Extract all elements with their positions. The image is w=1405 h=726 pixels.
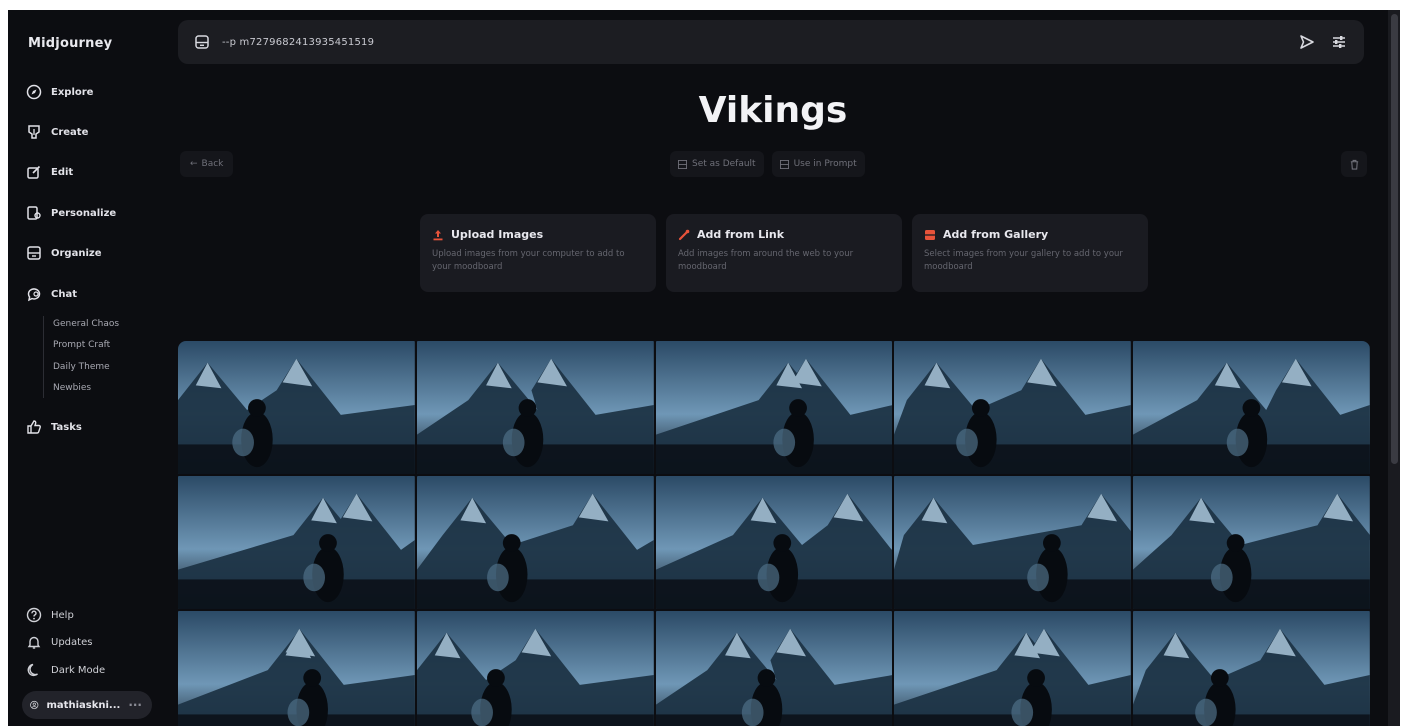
prompt-input[interactable]: --p m7279682413935451519 <box>222 37 374 48</box>
page-title: Vikings <box>698 90 848 131</box>
gallery-image[interactable] <box>178 341 415 474</box>
scrollbar-thumb[interactable] <box>1391 14 1398 464</box>
chat-icon <box>27 288 41 302</box>
card-title: Upload Images <box>451 228 544 241</box>
gallery-image[interactable] <box>655 476 893 609</box>
avatar <box>30 700 39 710</box>
moodboard-gallery <box>178 341 1370 726</box>
set-as-default-button[interactable]: Set as Default <box>670 151 764 177</box>
use-in-prompt-label: Use in Prompt <box>793 159 857 169</box>
card-description: Add images from around the web to your m… <box>678 249 854 273</box>
brand-logo[interactable]: Midjourney <box>28 36 112 51</box>
grid-icon <box>678 159 687 169</box>
compass-icon <box>26 84 42 100</box>
bell-icon <box>27 636 41 649</box>
thumbs-up-icon <box>27 420 41 434</box>
sidebar-item-tasks[interactable]: Tasks <box>26 416 82 438</box>
sidebar-item-label: Explore <box>51 86 94 98</box>
arrow-left-icon: ← <box>190 159 198 169</box>
gallery-icon <box>925 229 935 240</box>
upload-icon <box>433 229 443 240</box>
sidebar-item-label: Create <box>51 126 89 138</box>
sidebar-item-personalize[interactable]: Personalize <box>26 202 116 224</box>
gallery-image[interactable] <box>1133 611 1370 726</box>
sidebar-item-label: Organize <box>51 247 102 259</box>
card-title: Add from Link <box>697 228 785 241</box>
sidebar-item-organize[interactable]: Organize <box>26 242 102 264</box>
gallery-image[interactable] <box>894 476 1132 609</box>
use-in-prompt-button[interactable]: Use in Prompt <box>771 151 865 177</box>
chat-channel-newbies[interactable]: Newbies <box>53 383 91 393</box>
sidebar-item-label: Updates <box>51 636 93 648</box>
sidebar-item-edit[interactable]: Edit <box>26 161 73 183</box>
gallery-image[interactable] <box>894 341 1132 474</box>
sidebar-item-chat[interactable]: Chat <box>26 283 77 305</box>
folder-icon <box>27 246 41 260</box>
set-as-default-label: Set as Default <box>692 159 756 169</box>
gallery-image[interactable] <box>894 611 1132 726</box>
gallery-image[interactable] <box>1133 476 1370 609</box>
gallery-image[interactable] <box>1133 341 1370 474</box>
image-prompt-icon[interactable] <box>194 34 210 50</box>
sidebar: Midjourney Explore Create Edit Personali… <box>8 10 170 726</box>
chat-channel-daily-theme[interactable]: Daily Theme <box>53 362 110 372</box>
prompt-bar: --p m7279682413935451519 <box>178 20 1364 64</box>
personalize-icon <box>27 206 41 220</box>
add-from-gallery-card[interactable]: Add from Gallery Select images from your… <box>912 214 1148 292</box>
sidebar-item-create[interactable]: Create <box>26 121 88 143</box>
user-account-chip[interactable]: mathiaskni... ··· <box>22 691 152 719</box>
moon-icon <box>27 663 38 677</box>
add-images-options: Upload Images Upload images from your co… <box>420 214 1148 292</box>
user-menu-icon[interactable]: ··· <box>128 698 142 712</box>
card-description: Select images from your gallery to add t… <box>924 249 1123 273</box>
gallery-image[interactable] <box>655 611 893 726</box>
back-button[interactable]: ← Back <box>180 151 234 177</box>
app-window: Midjourney Explore Create Edit Personali… <box>8 10 1388 726</box>
chat-channel-general-chaos[interactable]: General Chaos <box>53 319 119 329</box>
user-name: mathiaskni... <box>46 699 121 711</box>
chat-channel-divider <box>43 316 44 398</box>
sidebar-item-label: Dark Mode <box>51 664 106 676</box>
sidebar-item-explore[interactable]: Explore <box>26 81 93 103</box>
send-icon[interactable] <box>1298 33 1316 51</box>
sidebar-item-label: Tasks <box>51 421 82 433</box>
edit-icon <box>27 165 41 179</box>
brush-icon <box>28 125 40 139</box>
sidebar-item-dark-mode[interactable]: Dark Mode <box>26 659 105 681</box>
add-from-link-card[interactable]: Add from Link Add images from around the… <box>666 214 902 292</box>
delete-moodboard-button[interactable] <box>1341 151 1367 177</box>
gallery-image[interactable] <box>416 476 654 609</box>
help-icon <box>26 607 42 623</box>
gallery-image[interactable] <box>178 611 415 726</box>
gallery-image[interactable] <box>416 611 654 726</box>
moodboard-actions: Set as Default Use in Prompt <box>670 151 865 177</box>
sidebar-item-label: Personalize <box>51 207 117 219</box>
prompt-actions <box>1298 33 1348 51</box>
gallery-image[interactable] <box>416 341 654 474</box>
sidebar-item-help[interactable]: Help <box>26 604 74 626</box>
card-title: Add from Gallery <box>943 228 1049 241</box>
link-icon <box>678 229 690 240</box>
trash-icon <box>1350 159 1358 170</box>
card-description: Upload images from your computer to add … <box>432 249 625 273</box>
prompt-icon <box>779 159 789 169</box>
settings-sliders-icon[interactable] <box>1330 33 1348 51</box>
chat-channel-prompt-craft[interactable]: Prompt Craft <box>53 340 110 350</box>
sidebar-item-label: Edit <box>51 166 74 178</box>
sidebar-item-label: Help <box>51 609 74 621</box>
sidebar-item-label: Chat <box>51 288 77 300</box>
gallery-image[interactable] <box>178 476 415 609</box>
gallery-image[interactable] <box>655 341 893 474</box>
back-label: Back <box>201 159 224 169</box>
upload-images-card[interactable]: Upload Images Upload images from your co… <box>420 214 656 292</box>
sidebar-item-updates[interactable]: Updates <box>26 631 92 653</box>
